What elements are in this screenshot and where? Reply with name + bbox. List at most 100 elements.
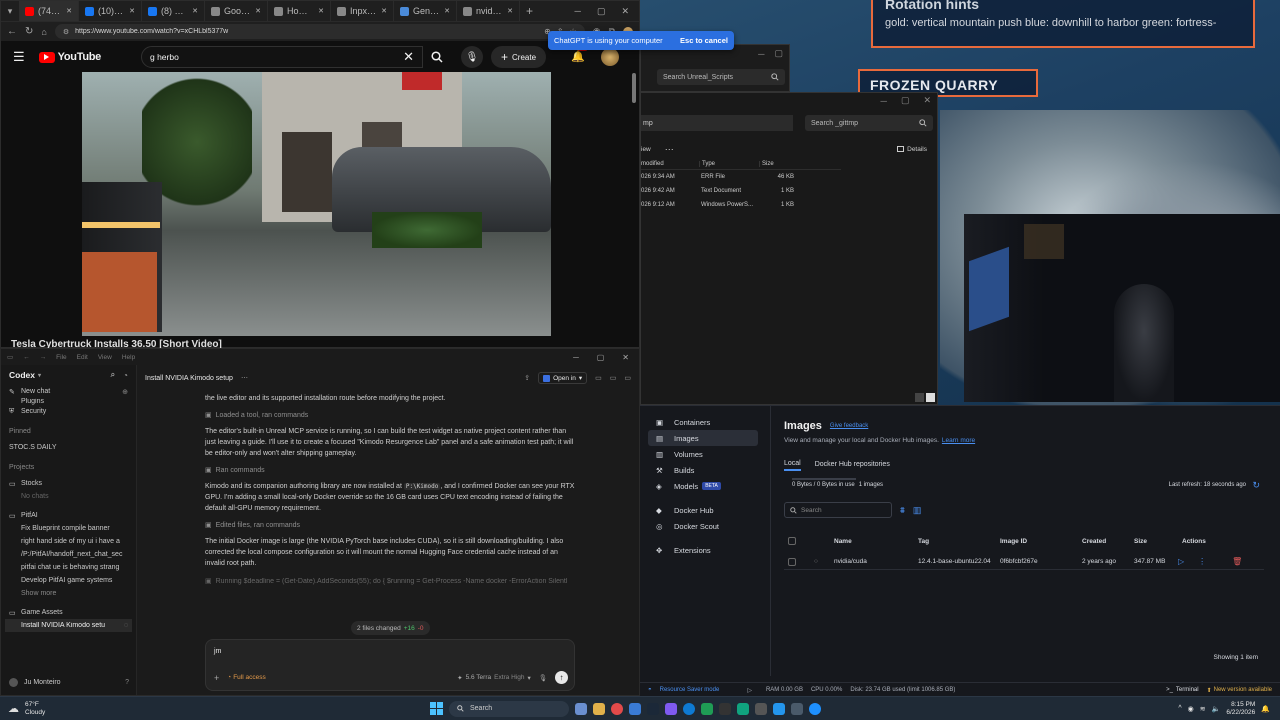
project-pitfai[interactable]: ▭ PitfAI: [1, 509, 136, 522]
tab-close-icon[interactable]: ✕: [507, 7, 513, 15]
back-arrow-icon[interactable]: ←: [23, 354, 30, 361]
view-menu[interactable]: iew: [641, 146, 651, 153]
menu-view[interactable]: View: [98, 354, 112, 361]
new-version-notice[interactable]: ⬆ New version available: [1207, 687, 1272, 694]
tab-close-icon[interactable]: ✕: [381, 7, 387, 15]
maximize-icon[interactable]: ▢: [774, 48, 783, 59]
address-bar[interactable]: mp: [641, 115, 793, 131]
model-selector[interactable]: ✦ 5.6 Terra Extra High ▾: [457, 674, 531, 682]
files-changed-pill[interactable]: 2 files changed +16 -0: [351, 621, 430, 635]
chatgpt-app-icon[interactable]: [737, 702, 749, 715]
open-in-button[interactable]: Open in ▾: [538, 372, 588, 384]
menu-edit[interactable]: Edit: [77, 354, 88, 361]
voice-search-icon[interactable]: 🎙: [460, 46, 483, 68]
column-created[interactable]: Created: [1082, 538, 1134, 545]
home-icon[interactable]: ⌂: [41, 27, 46, 37]
pinned-chat[interactable]: STOC.S DAILY: [1, 441, 136, 454]
youtube-search-input[interactable]: g herbo ✕: [140, 46, 423, 68]
clear-search-icon[interactable]: ✕: [403, 49, 414, 65]
menu-icon[interactable]: ☰: [13, 49, 25, 65]
browser-tab[interactable]: (8) Facebook ✕: [142, 1, 205, 21]
more-icon[interactable]: ⋯: [665, 144, 674, 155]
discord-icon[interactable]: [665, 702, 677, 715]
back-icon[interactable]: ←: [7, 26, 17, 37]
row-checkbox[interactable]: [788, 557, 796, 566]
terminal-app-icon[interactable]: [719, 702, 731, 715]
clock[interactable]: 8:15 PM 6/22/2026: [1226, 701, 1255, 717]
minimize-icon[interactable]: ─: [575, 6, 581, 16]
column-size[interactable]: Size: [1134, 538, 1182, 545]
search-unreal-scripts[interactable]: Search Unreal_Scripts: [657, 69, 785, 85]
task-view-icon[interactable]: [575, 702, 587, 715]
address-bar[interactable]: ⚙ https://www.youtube.com/watch?v=xCHLbl…: [54, 24, 585, 39]
tool-activity[interactable]: ▣ Edited files, ran commands: [205, 521, 575, 530]
youtube-logo[interactable]: YouTube: [38, 51, 101, 63]
browser-tab[interactable]: Inpxo - Sear ✕: [331, 1, 394, 21]
taskbar-search[interactable]: Search: [449, 700, 569, 717]
notifications-icon[interactable]: 🔔: [1261, 705, 1270, 713]
chrome-icon[interactable]: [611, 702, 623, 715]
columns-icon[interactable]: ▥: [913, 505, 922, 516]
tiles-view-icon[interactable]: [926, 393, 935, 402]
details-view-icon[interactable]: [915, 393, 924, 402]
resource-saver-status[interactable]: Resource Saver mode: [660, 687, 720, 693]
close-icon[interactable]: ✕: [923, 95, 931, 106]
reload-icon[interactable]: ↻: [25, 26, 33, 37]
panel-toggle-icon[interactable]: ▭: [624, 374, 631, 382]
sidebar-new-chat[interactable]: ✎ New chat ⊕: [1, 385, 136, 398]
browser-tab[interactable]: Google Onlin✕: [205, 1, 268, 21]
browser-tab[interactable]: Generate 3D ✕: [394, 1, 457, 21]
project-stocks[interactable]: ▭ Stocks: [1, 477, 136, 490]
minimize-icon[interactable]: ─: [758, 49, 764, 59]
menu-file[interactable]: File: [56, 354, 66, 361]
minimize-icon[interactable]: ─: [881, 96, 887, 106]
chat-item[interactable]: right hand side of my ui i have a: [1, 535, 136, 548]
sidebar-security[interactable]: ⛨ Security: [1, 405, 136, 418]
tab-search-icon[interactable]: ▾: [1, 1, 19, 21]
send-button[interactable]: ↑: [555, 671, 568, 684]
start-button-icon[interactable]: [430, 702, 443, 715]
wifi-icon[interactable]: ≋: [1200, 705, 1206, 713]
user-profile-row[interactable]: Ju Monteiro ?: [1, 678, 137, 687]
tab-close-icon[interactable]: ✕: [129, 7, 135, 15]
chat-item[interactable]: pitfai chat ue is behaving strang: [1, 561, 136, 574]
edge-icon[interactable]: [683, 702, 695, 715]
active-chat-item[interactable]: Install NVIDIA Kimodo setu ◌: [5, 619, 132, 632]
tool-activity[interactable]: ▣ Ran commands: [205, 466, 575, 475]
column-image-id[interactable]: Image ID: [1000, 538, 1082, 545]
image-search-input[interactable]: Search: [784, 502, 892, 518]
nav-docker-scout[interactable]: ◎ Docker Scout: [640, 518, 768, 534]
project-game-assets[interactable]: ▭ Game Assets: [1, 606, 136, 619]
nav-extensions[interactable]: ✥ Extensions: [640, 542, 768, 558]
tab-close-icon[interactable]: ✕: [66, 7, 72, 15]
nav-images[interactable]: ▤ Images: [648, 430, 758, 446]
column-name[interactable]: Name: [834, 538, 918, 545]
esc-cancel-button[interactable]: Esc to cancel: [680, 36, 728, 45]
notepad-app-icon[interactable]: [791, 702, 803, 715]
maximize-icon[interactable]: ▢: [597, 353, 605, 362]
message-input[interactable]: jm: [214, 648, 221, 655]
steam-icon[interactable]: [647, 702, 659, 715]
select-all-checkbox[interactable]: [788, 537, 796, 545]
page-scrollbar[interactable]: [632, 73, 636, 103]
show-more-link[interactable]: Show more: [1, 587, 136, 600]
nav-builds[interactable]: ⚒ Builds: [640, 462, 768, 478]
tab-close-icon[interactable]: ✕: [318, 7, 324, 15]
minimize-icon[interactable]: ─: [573, 353, 579, 362]
sidebar-toggle-icon[interactable]: ▭: [7, 353, 13, 361]
attach-plus-icon[interactable]: +: [214, 673, 219, 683]
running-command[interactable]: ▣ Running $deadline = (Get-Date).AddSecon…: [205, 577, 575, 586]
menu-help[interactable]: Help: [122, 354, 135, 361]
volume-icon[interactable]: 🔈: [1212, 705, 1221, 713]
maximize-icon[interactable]: ▢: [901, 95, 910, 106]
file-row[interactable]: 026 9:42 AM Text Document 1 KB: [641, 184, 841, 198]
tab-close-icon[interactable]: ✕: [255, 7, 261, 15]
chat-item[interactable]: Develop PitfAI game systems: [1, 574, 136, 587]
tab-local[interactable]: Local: [784, 460, 801, 471]
column-tag[interactable]: Tag: [918, 538, 1000, 545]
browser-tab[interactable]: (10) Faceboo ✕: [79, 1, 142, 21]
codex-app-icon[interactable]: [755, 702, 767, 715]
tab-docker-hub-repositories[interactable]: Docker Hub repositories: [815, 461, 890, 470]
notifications-bell-icon[interactable]: 🔔: [571, 50, 585, 63]
file-explorer-icon[interactable]: [593, 702, 605, 715]
